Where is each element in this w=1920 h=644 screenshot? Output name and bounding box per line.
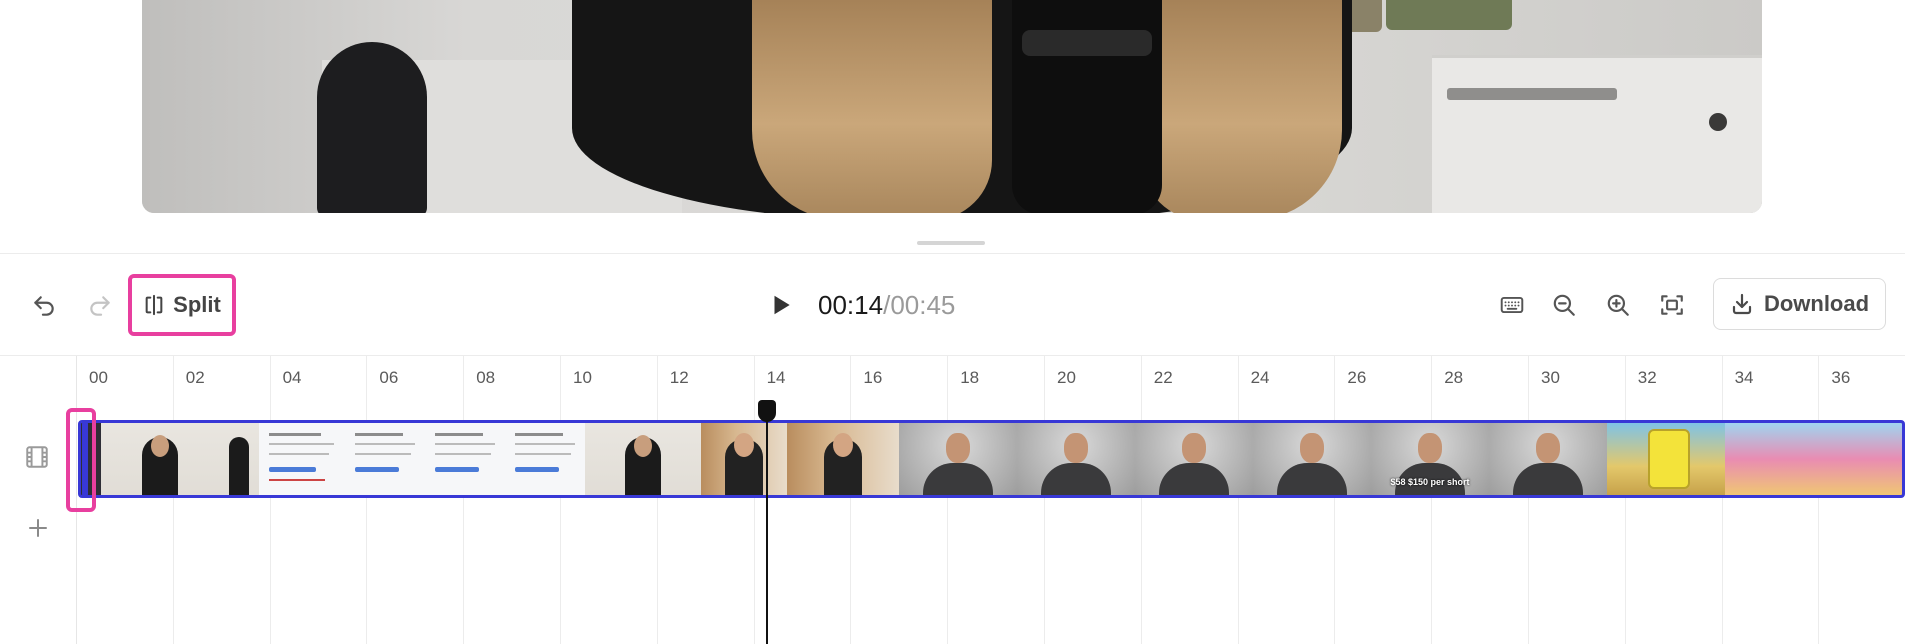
ruler-label: 26 [1347, 368, 1367, 387]
ruler-tick [753, 356, 755, 644]
split-label: Split [173, 292, 221, 317]
clip-start-highlight [66, 408, 96, 512]
ruler-label: 18 [960, 368, 980, 387]
ruler-label: 32 [1637, 368, 1657, 387]
clip-thumbnail [259, 423, 345, 495]
ruler-tick [366, 356, 368, 644]
split-icon [145, 294, 163, 316]
fit-to-screen-icon [1661, 295, 1683, 315]
clip-thumbnail [1607, 423, 1725, 495]
redo-icon [90, 296, 110, 316]
clip-thumbnail [1489, 423, 1607, 495]
download-icon [1732, 293, 1752, 315]
timeline[interactable]: 00 02 04 06 08 10 12 14 16 18 20 22 24 26 28 30 32 34 36 $… [0, 356, 1905, 644]
video-editor: Split 00:14/00:45 Download 00 02 04 06 0… [0, 0, 1920, 644]
ruler-tick [1528, 356, 1529, 644]
caption-text: $58 $150 per short [1390, 477, 1470, 487]
ruler-tick [1044, 356, 1045, 644]
ruler-label: 28 [1444, 368, 1464, 387]
ruler-label: 10 [573, 368, 592, 387]
split-button[interactable]: Split [128, 274, 236, 336]
ruler-tick [172, 356, 174, 644]
ruler-tick [1721, 356, 1723, 644]
ruler-label: 20 [1057, 368, 1076, 387]
clip-thumbnail [425, 423, 505, 495]
current-time: 00:14 [818, 290, 884, 320]
timecode: 00:14/00:45 [818, 288, 955, 322]
keyboard-shortcuts-button[interactable] [1492, 285, 1532, 325]
ruler-tick [1334, 356, 1336, 644]
ruler-label: 08 [476, 368, 496, 387]
ruler-label: 00 [89, 368, 108, 387]
clip-thumbnail [345, 423, 425, 495]
clip-thumbnail: $58 $150 per short [1371, 423, 1489, 495]
ruler-label: 12 [669, 368, 689, 387]
ruler-label: 24 [1250, 368, 1270, 387]
clip-thumbnail [101, 423, 219, 495]
fit-to-screen-button[interactable] [1652, 285, 1692, 325]
ruler-label: 02 [185, 368, 205, 387]
clip-thumbnail [701, 423, 787, 495]
ruler-tick [1237, 356, 1239, 644]
ruler-tick [1431, 356, 1433, 644]
ruler-label: 22 [1153, 368, 1173, 387]
clip-thumbnail [787, 423, 899, 495]
play-icon [774, 295, 790, 315]
ruler-tick [850, 356, 852, 644]
download-button[interactable]: Download [1713, 278, 1886, 330]
clip-thumbnail [1253, 423, 1371, 495]
ruler-tick [1818, 356, 1820, 644]
film-icon [26, 446, 48, 468]
video-preview[interactable] [142, 0, 1762, 213]
time-ruler[interactable]: 00 02 04 06 08 10 12 14 16 18 20 22 24 26 28 30 32 34 36 [76, 356, 1905, 644]
ruler-tick [269, 356, 271, 644]
zoom-out-button[interactable] [1544, 285, 1584, 325]
add-track-button[interactable] [24, 516, 52, 544]
clip-thumbnail [1725, 423, 1902, 495]
video-preview-area [0, 0, 1905, 252]
ruler-label: 34 [1734, 368, 1754, 387]
plus-icon [29, 519, 47, 537]
clip-thumbnail [1017, 423, 1135, 495]
total-duration: 00:45 [890, 290, 956, 320]
panel-resize-handle[interactable] [917, 241, 985, 245]
playhead[interactable] [766, 400, 768, 644]
ruler-label: 06 [379, 368, 399, 387]
zoom-out-icon [1553, 294, 1575, 316]
redo-button[interactable] [80, 286, 120, 326]
ruler-tick [947, 356, 949, 644]
ruler-tick [463, 356, 465, 644]
ruler-label: 30 [1541, 368, 1560, 387]
ruler-tick [656, 356, 658, 644]
clip-thumbnail [219, 423, 259, 495]
undo-button[interactable] [24, 286, 64, 326]
editor-toolbar: Split 00:14/00:45 Download [0, 254, 1905, 356]
ruler-tick [1140, 356, 1142, 644]
clip-thumbnail [505, 423, 585, 495]
ruler-tick [560, 356, 561, 644]
undo-icon [34, 296, 54, 316]
keyboard-icon [1500, 296, 1524, 314]
ruler-label: 16 [863, 368, 883, 387]
ruler-label: 14 [766, 368, 786, 387]
clip-thumbnail [899, 423, 1017, 495]
ruler-label: 36 [1831, 368, 1851, 387]
video-track-clip[interactable]: $58 $150 per short [78, 420, 1905, 498]
clip-thumbnail [585, 423, 701, 495]
zoom-in-button[interactable] [1598, 285, 1638, 325]
download-label: Download [1763, 291, 1870, 316]
zoom-in-icon [1607, 294, 1629, 316]
playhead-handle[interactable] [758, 400, 776, 422]
ruler-tick [1624, 356, 1626, 644]
play-button[interactable] [760, 284, 802, 326]
clip-thumbnail [1135, 423, 1253, 495]
ruler-label: 04 [282, 368, 302, 387]
